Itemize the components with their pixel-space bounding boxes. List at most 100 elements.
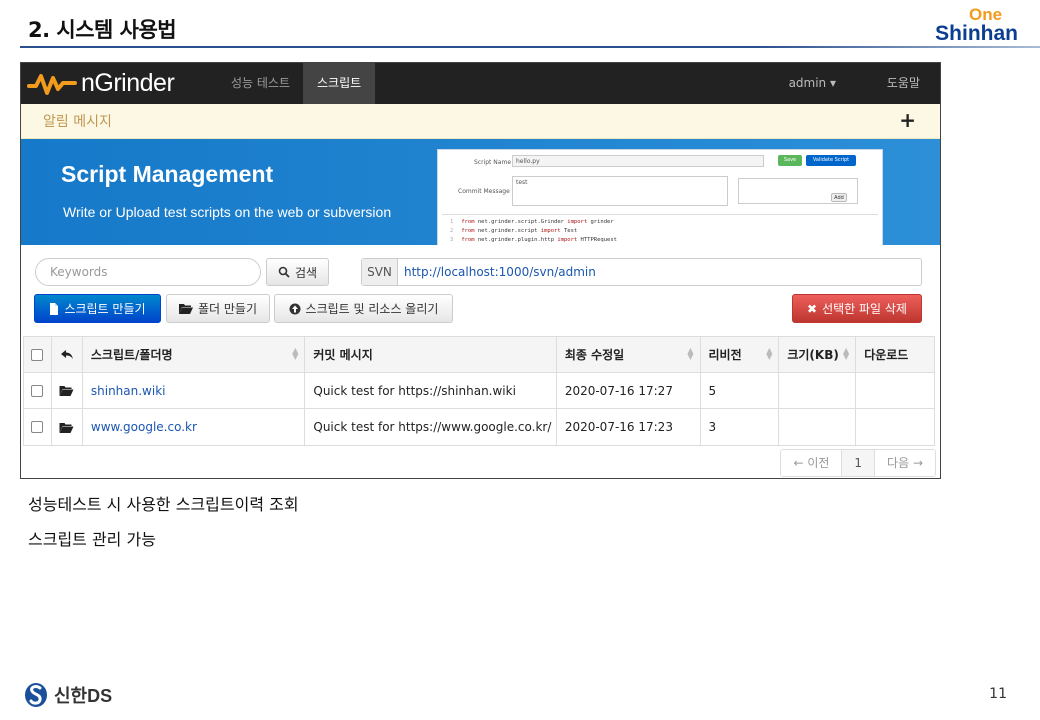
pagination-next[interactable]: 다음 → xyxy=(875,450,935,476)
ngrinder-logo[interactable]: nGrinder xyxy=(27,69,175,98)
script-table: 스크립트/폴더명 ▲ ▼ 커밋 메시지 최종 수정일 ▲ ▼ 리비전 ▲ ▼ 크기(KB) ▲… xyxy=(23,336,935,446)
shinhan-brand-logo: One Shinhan xyxy=(935,6,1018,44)
row-checkbox-cell xyxy=(24,373,52,408)
header-size[interactable]: 크기(KB) ▲ ▼ xyxy=(779,337,857,372)
create-script-label: 스크립트 만들기 xyxy=(64,302,146,316)
row-revision: 5 xyxy=(701,373,780,408)
row-date: 2020-07-16 17:23 xyxy=(557,409,701,445)
preview-add-button: Add xyxy=(831,193,847,202)
footer-logo: 신한DS xyxy=(24,682,112,708)
upload-circle-icon xyxy=(289,303,301,314)
preview-code-editor: 1 from net.grinder.script.Grinder import … xyxy=(442,214,878,245)
nav-script[interactable]: 스크립트 xyxy=(303,63,376,104)
pagination-current-page[interactable]: 1 xyxy=(842,450,876,476)
brand-name: Shinhan xyxy=(935,22,1018,45)
delete-selected-button[interactable]: ✖ 선택한 파일 삭제 xyxy=(792,294,922,323)
back-arrow-icon[interactable] xyxy=(60,349,73,360)
folder-open-icon xyxy=(59,386,74,396)
preview-commit-label: Commit Message xyxy=(458,188,510,195)
script-folder-link[interactable]: www.google.co.kr xyxy=(91,420,197,434)
page-number: 11 xyxy=(989,686,1007,702)
search-placeholder: Keywords xyxy=(50,265,108,279)
sort-icon: ▲ ▼ xyxy=(292,346,299,361)
search-icon xyxy=(278,266,290,278)
alert-message: 알림 메시지 xyxy=(43,114,112,130)
script-management-banner: Script Management Write or Upload test s… xyxy=(21,139,940,245)
row-message: Quick test for https://shinhan.wiki xyxy=(305,373,557,408)
upload-label: 스크립트 및 리소스 올리기 xyxy=(305,302,439,316)
brand-one: One xyxy=(969,5,1003,24)
table-row: shinhan.wiki Quick test for https://shin… xyxy=(24,373,934,409)
svn-address-field[interactable]: SVN http://localhost:1000/svn/admin xyxy=(361,258,922,286)
sort-icon: ▲ ▼ xyxy=(687,346,694,361)
keyword-search-input[interactable]: Keywords xyxy=(35,258,261,286)
row-size xyxy=(779,409,857,445)
row-checkbox[interactable] xyxy=(31,421,44,433)
folder-open-icon xyxy=(178,304,193,314)
table-row: www.google.co.kr Quick test for https://… xyxy=(24,409,934,445)
create-script-button[interactable]: 스크립트 만들기 xyxy=(34,294,161,323)
delete-label: 선택한 파일 삭제 xyxy=(822,302,907,316)
header-checkbox-cell xyxy=(24,337,52,372)
ngrinder-screenshot: nGrinder 성능 테스트 스크립트 admin ▾ 도움말 알림 메시지 … xyxy=(20,62,941,479)
code-line-3: 3 from net.grinder.plugin.http import HTT… xyxy=(450,237,617,243)
row-date: 2020-07-16 17:27 xyxy=(557,373,701,408)
script-folder-link[interactable]: shinhan.wiki xyxy=(91,384,166,398)
pagination: ← 이전 1 다음 → xyxy=(780,449,936,477)
header-last-modified[interactable]: 최종 수정일 ▲ ▼ xyxy=(557,337,701,372)
search-button-label: 검색 xyxy=(294,265,318,280)
preview-dependency-input: Add xyxy=(738,178,858,204)
preview-validate-button: Validate Script xyxy=(806,155,856,166)
header-revision[interactable]: 리비전 ▲ ▼ xyxy=(701,337,780,372)
preview-save-button: Save xyxy=(778,155,802,166)
preview-script-name-value: hello.py xyxy=(516,158,540,165)
row-download xyxy=(856,373,934,408)
preview-commit-value: test xyxy=(516,179,528,186)
slide-note-1: 성능테스트 시 사용한 스크립트이력 조회 xyxy=(28,495,299,514)
ngrinder-wave-icon xyxy=(27,73,77,95)
row-icon-cell xyxy=(52,409,83,445)
code-line-2: 2 from net.grinder.script import Test xyxy=(450,228,578,234)
upload-script-button[interactable]: 스크립트 및 리소스 올리기 xyxy=(274,294,453,323)
create-folder-button[interactable]: 폴더 만들기 xyxy=(166,294,270,323)
preview-commit-input: test xyxy=(512,176,728,206)
shinhan-s-icon xyxy=(25,683,47,707)
header-download: 다운로드 xyxy=(864,348,909,362)
file-icon xyxy=(50,302,59,315)
preview-script-name-input: hello.py xyxy=(512,155,764,167)
nav-help[interactable]: 도움말 xyxy=(887,63,920,104)
select-all-checkbox[interactable] xyxy=(31,348,44,361)
slide-title: 2. 시스템 사용법 xyxy=(28,18,177,42)
row-checkbox[interactable] xyxy=(31,384,44,397)
header-commit-message: 커밋 메시지 xyxy=(305,337,557,372)
preview-script-name-label: Script Name xyxy=(474,159,512,166)
header-name[interactable]: 스크립트/폴더명 ▲ ▼ xyxy=(83,337,306,372)
folder-open-icon xyxy=(59,422,74,433)
row-checkbox-cell xyxy=(24,409,52,445)
code-line-1: 1 from net.grinder.script.Grinder import … xyxy=(450,219,614,225)
row-revision: 3 xyxy=(701,409,780,445)
title-divider xyxy=(20,46,1040,48)
top-navbar: nGrinder 성능 테스트 스크립트 admin ▾ 도움말 xyxy=(21,63,940,104)
row-name-cell: shinhan.wiki xyxy=(83,373,306,408)
row-icon-cell xyxy=(52,373,83,408)
row-size xyxy=(779,373,857,408)
expand-plus-icon[interactable]: + xyxy=(899,108,916,132)
footer-brand-text: 신한DS xyxy=(54,686,113,706)
svn-tag: SVN xyxy=(362,259,398,285)
pagination-prev[interactable]: ← 이전 xyxy=(781,450,843,476)
table-header-row: 스크립트/폴더명 ▲ ▼ 커밋 메시지 최종 수정일 ▲ ▼ 리비전 ▲ ▼ 크기(KB) ▲… xyxy=(24,337,934,373)
slide-note-2: 스크립트 관리 가능 xyxy=(28,530,156,549)
sort-icon: ▲ ▼ xyxy=(766,346,773,361)
banner-subtitle: Write or Upload test scripts on the web … xyxy=(63,204,392,220)
search-button[interactable]: 검색 xyxy=(266,258,329,286)
create-folder-label: 폴더 만들기 xyxy=(197,302,257,316)
banner-title: Script Management xyxy=(61,161,274,187)
sort-icon: ▲ ▼ xyxy=(843,346,850,361)
row-download xyxy=(856,409,934,445)
svn-url-link[interactable]: http://localhost:1000/svn/admin xyxy=(404,265,596,279)
row-name-cell: www.google.co.kr xyxy=(83,409,306,445)
nav-performance-test[interactable]: 성능 테스트 xyxy=(217,63,304,104)
logo-text: nGrinder xyxy=(81,69,175,97)
user-menu[interactable]: admin ▾ xyxy=(789,63,836,104)
